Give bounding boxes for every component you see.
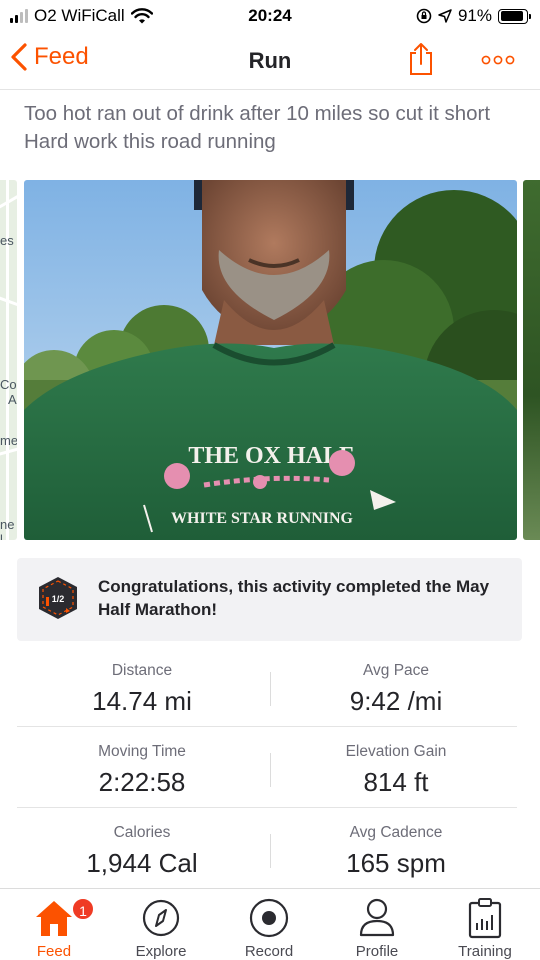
tab-label: Explore <box>135 943 187 960</box>
training-log-icon <box>440 895 530 941</box>
home-icon: 1 <box>9 895 99 941</box>
media-carousel[interactable]: es Co A mel ne l <box>0 180 540 540</box>
stat-distance: Distance 14.74 mi <box>17 662 267 716</box>
stat-value: 814 ft <box>363 767 429 797</box>
activity-photo[interactable]: THE OX HALF WHITE STAR RUNNING <box>24 180 517 540</box>
stat-elevation-gain: Elevation Gain 814 ft <box>271 743 521 797</box>
status-bar: O2 WiFiCall 20:24 91% <box>0 0 540 32</box>
profile-icon <box>332 895 422 941</box>
stat-row: Calories 1,944 Cal Avg Cadence 165 spm <box>17 808 517 889</box>
next-photo-thumbnail[interactable] <box>523 180 540 540</box>
activity-description: Too hot ran out of drink after 10 miles … <box>24 100 524 156</box>
screen-rotation-lock-icon <box>416 8 432 24</box>
achievement-banner[interactable]: 1/2 Congratulations, this activity compl… <box>17 558 522 641</box>
shirt-print-top: THE OX HALF <box>188 443 353 469</box>
stat-moving-time: Moving Time 2:22:58 <box>17 743 267 797</box>
activity-stats: Distance 14.74 mi Avg Pace 9:42 /mi Movi… <box>17 646 517 889</box>
stat-value: 9:42 /mi <box>349 686 443 716</box>
share-button[interactable] <box>407 42 435 81</box>
map-label: es <box>0 233 14 248</box>
stat-row: Distance 14.74 mi Avg Pace 9:42 /mi <box>17 646 517 727</box>
page-title: Run <box>248 48 292 73</box>
tab-label: Training <box>458 943 512 960</box>
shirt-print-bottom: WHITE STAR RUNNING <box>171 510 354 527</box>
map-label: A <box>8 392 17 407</box>
map-label: mel <box>0 433 17 448</box>
tab-label: Feed <box>36 943 72 960</box>
tab-record[interactable]: Record <box>224 895 314 960</box>
navigation-bar: Feed Run <box>0 32 540 90</box>
stat-label: Moving Time <box>98 743 186 760</box>
stat-value: 165 spm <box>346 848 446 878</box>
more-options-button[interactable] <box>481 52 515 70</box>
record-icon <box>224 895 314 941</box>
more-icon <box>481 55 515 65</box>
stat-calories: Calories 1,944 Cal <box>17 824 267 878</box>
map-label: ne l <box>0 517 15 540</box>
stat-value: 14.74 mi <box>92 686 192 716</box>
stat-label: Avg Pace <box>362 662 430 679</box>
stat-label: Calories <box>113 824 171 841</box>
stat-label: Elevation Gain <box>345 743 447 760</box>
description-line: Too hot ran out of drink after 10 miles … <box>24 102 491 125</box>
stat-label: Avg Cadence <box>349 824 443 841</box>
badge-text: 1/2 <box>52 594 65 604</box>
stat-avg-cadence: Avg Cadence 165 spm <box>271 824 521 878</box>
share-icon <box>410 43 432 75</box>
tab-label: Profile <box>355 943 399 960</box>
tab-explore[interactable]: Explore <box>116 895 206 960</box>
stat-value: 1,944 Cal <box>86 848 198 878</box>
half-marathon-badge-icon: 1/2 <box>36 575 80 626</box>
runner-selfie-image: THE OX HALF WHITE STAR RUNNING <box>24 180 517 540</box>
stat-avg-pace: Avg Pace 9:42 /mi <box>271 662 521 716</box>
map-label: Co <box>0 377 17 392</box>
stat-label: Distance <box>111 662 173 679</box>
location-arrow-icon <box>438 9 452 23</box>
tab-profile[interactable]: Profile <box>332 895 422 960</box>
battery-icon <box>498 8 531 24</box>
stat-value: 2:22:58 <box>98 767 186 797</box>
tab-label: Record <box>244 943 294 960</box>
route-map-thumbnail[interactable]: es Co A mel ne l <box>0 180 17 540</box>
tab-feed[interactable]: 1 Feed <box>9 895 99 960</box>
description-line: Hard work this road running <box>24 130 276 153</box>
stat-row: Moving Time 2:22:58 Elevation Gain 814 f… <box>17 727 517 808</box>
tab-training[interactable]: Training <box>440 895 530 960</box>
battery-percent: 91% <box>457 6 492 25</box>
notification-badge: 1 <box>71 897 95 921</box>
status-right: 91% <box>416 6 531 26</box>
tab-bar: 1 Feed Explore Record Profile Training <box>0 888 540 960</box>
achievement-text: Congratulations, this activity completed… <box>98 577 490 619</box>
compass-icon <box>116 895 206 941</box>
